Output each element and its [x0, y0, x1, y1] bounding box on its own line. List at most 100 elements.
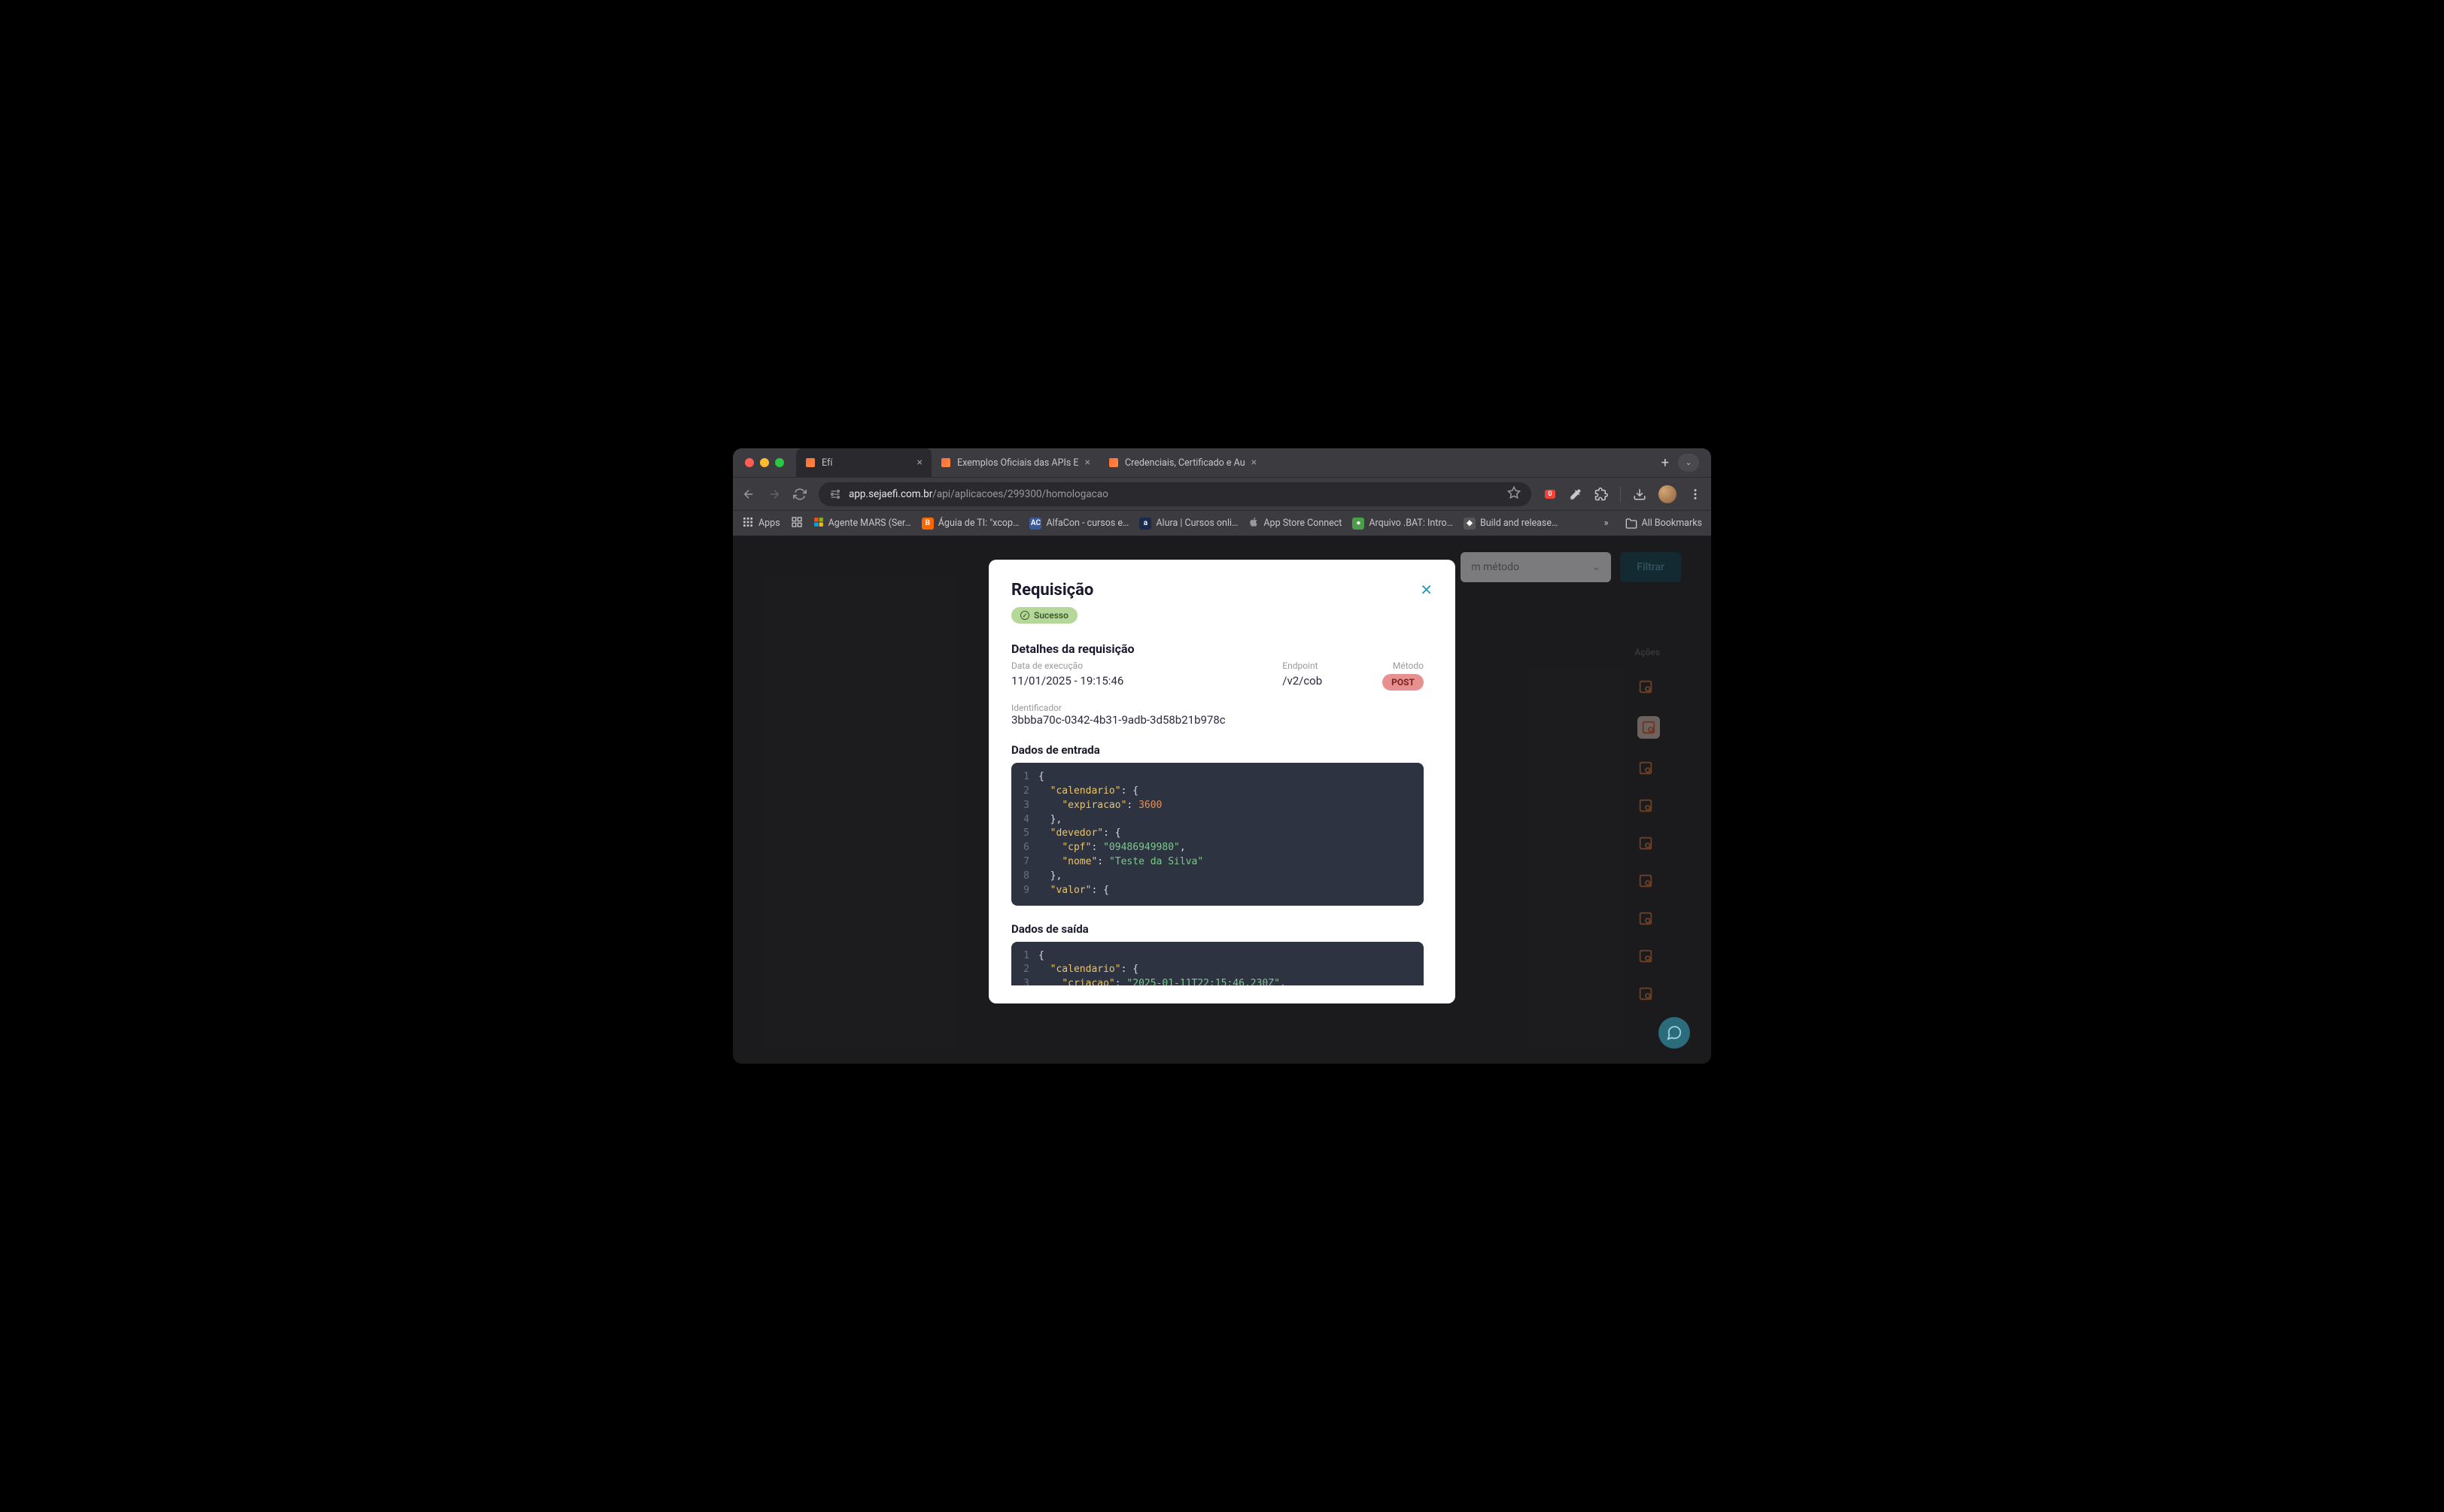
tab-overflow-button[interactable]: ⌄: [1678, 454, 1699, 472]
code-line: 4 },: [1011, 813, 1424, 827]
code-line: 1{: [1011, 770, 1424, 785]
bookmark-item[interactable]: ● Arquivo .BAT: Intro…: [1352, 518, 1453, 530]
titlebar: Efí × Exemplos Oficiais das APIs E × Cre…: [733, 448, 1711, 477]
bookmark-label: App Store Connect: [1263, 518, 1342, 529]
extensions-icon[interactable]: [1594, 487, 1608, 501]
efi-favicon-icon: [1108, 457, 1119, 468]
bookmark-favicon-icon: AC: [1029, 518, 1041, 530]
browser-menu-icon[interactable]: [1689, 487, 1702, 501]
extension-icons: 0: [1543, 485, 1702, 503]
output-code-block[interactable]: 1{2 "calendario": {3 "criacao": "2025-01…: [1011, 942, 1424, 985]
bookmark-favicon-icon: ●: [1352, 518, 1364, 530]
bookmark-label: Arquivo .BAT: Intro…: [1369, 518, 1453, 529]
minimize-window-button[interactable]: [760, 458, 769, 467]
exec-date-value: 11/01/2025 - 19:15:46: [1011, 674, 1123, 688]
browser-tab[interactable]: Credenciais, Certificado e Au ×: [1099, 448, 1266, 477]
address-bar: app.sejaefi.com.br/api/aplicacoes/299300…: [733, 477, 1711, 510]
endpoint-label: Endpoint: [1282, 660, 1322, 671]
bookmark-star-icon[interactable]: [1507, 486, 1521, 502]
tab-title: Credenciais, Certificado e Au: [1125, 457, 1245, 469]
forward-button[interactable]: [768, 487, 781, 501]
output-data-heading: Dados de saída: [1011, 922, 1424, 936]
tab-strip: Efí × Exemplos Oficiais das APIs E × Cre…: [796, 448, 1652, 477]
bookmark-label: Agente MARS (Ser…: [828, 518, 911, 529]
code-line: 6 "cpf": "09486949980",: [1011, 841, 1424, 855]
close-window-button[interactable]: [745, 458, 754, 467]
bookmark-label: Águia de TI: "xcop…: [938, 518, 1020, 529]
folder-icon: [1625, 518, 1637, 530]
bookmark-favicon-icon: B: [922, 518, 934, 530]
bookmark-item[interactable]: ◆ Build and release…: [1464, 518, 1558, 530]
bookmark-item[interactable]: [791, 516, 803, 531]
identifier-value: 3bbba70c-0342-4b31-9adb-3d58b21b978c: [1011, 713, 1424, 727]
bookmarks-overflow-button[interactable]: »: [1598, 518, 1615, 529]
new-tab-button[interactable]: +: [1652, 455, 1678, 471]
close-tab-icon[interactable]: ×: [1085, 457, 1090, 469]
code-line: 7 "nome": "Teste da Silva": [1011, 855, 1424, 870]
bookmark-favicon-icon: ◆: [1464, 518, 1476, 530]
code-line: 9 "valor": {: [1011, 884, 1424, 898]
browser-tab[interactable]: Exemplos Oficiais das APIs E ×: [932, 448, 1099, 477]
endpoint-value: /v2/cob: [1282, 674, 1322, 688]
request-detail-modal: Requisição ✓ Sucesso ✕ Detalhes da requi…: [989, 560, 1455, 1003]
status-label: Sucesso: [1034, 610, 1068, 621]
details-heading: Detalhes da requisição: [1011, 642, 1424, 656]
tab-title: Efí: [822, 457, 911, 469]
code-line: 2 "calendario": {: [1011, 963, 1424, 977]
help-chat-button[interactable]: [1658, 1017, 1690, 1049]
close-modal-button[interactable]: ✕: [1420, 581, 1433, 599]
method-pill: POST: [1382, 674, 1424, 691]
all-bookmarks-label: All Bookmarks: [1642, 518, 1703, 529]
bookmark-favicon-icon: [791, 516, 803, 531]
efi-favicon-icon: [805, 457, 816, 468]
bookmark-label: Build and release…: [1480, 518, 1558, 529]
bookmark-item[interactable]: B Águia de TI: "xcop…: [922, 518, 1020, 530]
code-line: 3 "criacao": "2025-01-11T22:15:46.230Z",: [1011, 977, 1424, 985]
bookmark-favicon-icon: [1248, 517, 1259, 530]
close-tab-icon[interactable]: ×: [1251, 457, 1257, 469]
page-content: m método ⌄ Filtrar Ações Requisição: [733, 536, 1711, 1064]
identifier-label: Identificador: [1011, 703, 1424, 713]
close-tab-icon[interactable]: ×: [917, 457, 923, 469]
bookmark-item[interactable]: AC AlfaCon - cursos e…: [1029, 518, 1129, 530]
bookmark-favicon-icon: a: [1139, 518, 1151, 530]
code-line: 8 },: [1011, 870, 1424, 884]
url-text: app.sejaefi.com.br/api/aplicacoes/299300…: [849, 488, 1500, 500]
maximize-window-button[interactable]: [775, 458, 784, 467]
bookmark-item[interactable]: a Alura | Cursos onli…: [1139, 518, 1238, 530]
bookmark-label: AlfaCon - cursos e…: [1046, 518, 1129, 529]
extension-badge-icon[interactable]: 0: [1543, 487, 1557, 501]
code-line: 5 "devedor": {: [1011, 827, 1424, 841]
bookmark-label: Apps: [758, 518, 780, 529]
method-label: Método: [1393, 660, 1424, 671]
bookmark-item[interactable]: Apps: [742, 516, 780, 531]
downloads-icon[interactable]: [1633, 487, 1646, 501]
bookmark-favicon-icon: [813, 517, 824, 530]
input-data-heading: Dados de entrada: [1011, 743, 1424, 757]
input-code-block[interactable]: 1{2 "calendario": {3 "expiracao": 36004 …: [1011, 763, 1424, 906]
browser-window: Efí × Exemplos Oficiais das APIs E × Cre…: [733, 448, 1711, 1064]
modal-header: Requisição ✓ Sucesso ✕: [1011, 581, 1433, 624]
reload-button[interactable]: [793, 487, 807, 501]
back-button[interactable]: [742, 487, 755, 501]
bookmark-favicon-icon: [742, 516, 754, 531]
code-line: 2 "calendario": {: [1011, 785, 1424, 799]
modal-body[interactable]: Detalhes da requisição Data de execução …: [1011, 642, 1433, 985]
site-settings-icon[interactable]: [829, 488, 841, 500]
eyedropper-icon[interactable]: [1569, 487, 1582, 501]
bookmark-item[interactable]: Agente MARS (Ser…: [813, 517, 911, 530]
bookmark-label: Alura | Cursos onli…: [1156, 518, 1238, 529]
code-line: 3 "expiracao": 3600: [1011, 799, 1424, 813]
efi-favicon-icon: [941, 457, 951, 468]
all-bookmarks-button[interactable]: All Bookmarks: [1625, 518, 1703, 530]
browser-tab[interactable]: Efí ×: [796, 448, 932, 477]
profile-avatar[interactable]: [1658, 485, 1676, 503]
traffic-lights: [745, 458, 784, 467]
modal-title: Requisição: [1011, 581, 1093, 600]
status-pill: ✓ Sucesso: [1011, 607, 1078, 624]
url-input[interactable]: app.sejaefi.com.br/api/aplicacoes/299300…: [819, 482, 1531, 506]
tab-title: Exemplos Oficiais das APIs E: [957, 457, 1079, 469]
bookmark-item[interactable]: App Store Connect: [1248, 517, 1342, 530]
bookmarks-bar: Apps Agente MARS (Ser… B Águia de TI: "xcop…: [733, 510, 1711, 536]
exec-date-label: Data de execução: [1011, 660, 1123, 671]
